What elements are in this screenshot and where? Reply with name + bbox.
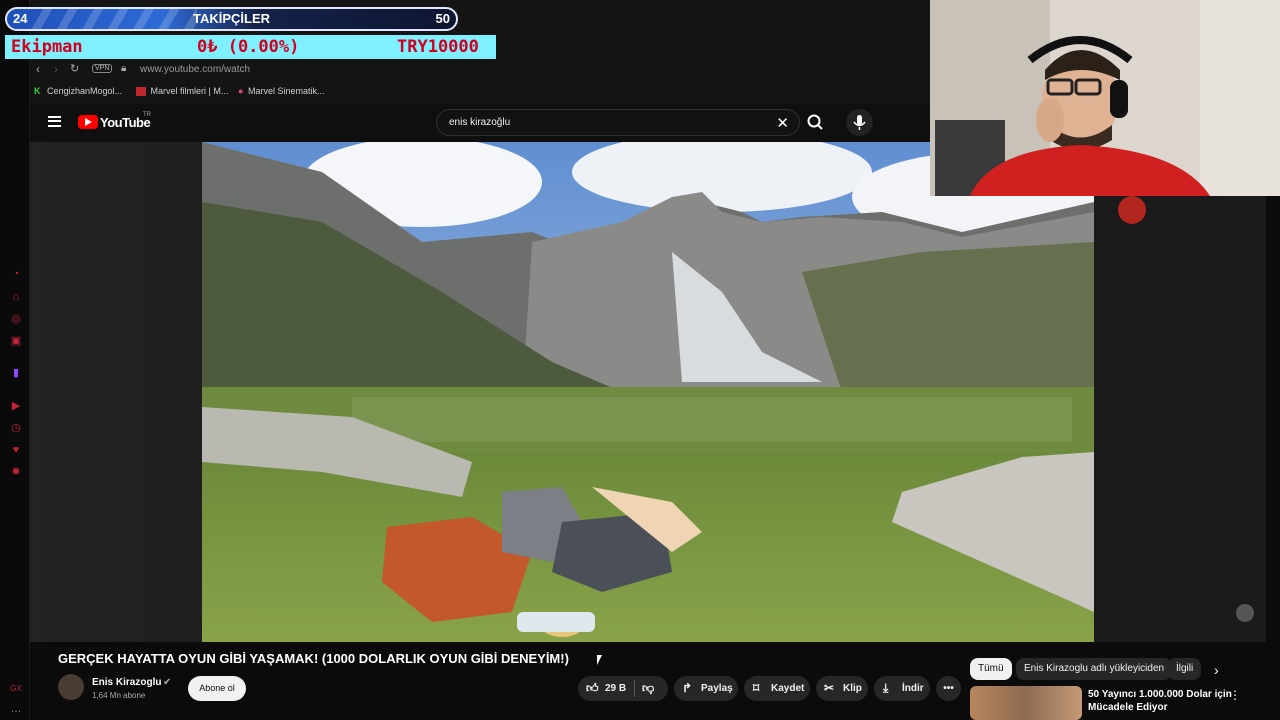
rec-title-line1: 50 Yayıncı 1.000.000 Dolar için — [1088, 689, 1232, 700]
more-horizontal-icon: ••• — [943, 683, 954, 694]
more-actions-button[interactable]: ••• — [936, 676, 961, 701]
browser-sidebar: ◔ ⌂ ◎ ▣ ▮ ▶ ◷ ♥ ✹ GX … — [0, 0, 30, 720]
download-label: İndir — [902, 683, 924, 694]
marvel-icon — [136, 87, 146, 97]
bookmark-item[interactable]: ● Marvel Sinematik... — [238, 86, 324, 96]
address-bar[interactable]: ‹ › ↻ VPN 🔒︎ www.youtube.com/watch — [30, 60, 930, 80]
menu-icon[interactable] — [48, 116, 61, 127]
reload-icon[interactable]: ↻ — [70, 62, 79, 75]
download-button[interactable]: ⤓ İndir — [874, 676, 930, 701]
bookmarks-bar: K CengizhanMogol... Marvel filmleri | M.… — [30, 82, 930, 102]
video-frame-mountain-lake — [202, 142, 1094, 642]
share-icon: ↱ — [682, 681, 693, 695]
url-text[interactable]: www.youtube.com/watch — [140, 64, 250, 75]
rec-title[interactable]: 50 Yayıncı 1.000.000 Dolar için Mücadele… — [1088, 688, 1232, 714]
instagram-icon[interactable]: ◎ — [9, 312, 23, 326]
share-button[interactable]: ↱ Paylaş — [674, 676, 738, 701]
channel-watermark-icon[interactable] — [1118, 196, 1146, 224]
share-label: Paylaş — [701, 683, 733, 694]
video-title: GERÇEK HAYATTA OYUN GİBİ YAŞAMAK! (1000 … — [58, 651, 569, 666]
equip-target: TRY10000 — [397, 37, 479, 57]
clip-button[interactable]: ✂︎ Klip — [816, 676, 868, 701]
bookmark-item[interactable]: Marvel filmleri | M... — [136, 86, 229, 97]
equip-value: 0₺ (0.00%) — [197, 37, 300, 57]
followers-label: TAKİPÇİLER — [193, 11, 271, 26]
like-dislike-group: 👍︎ 29 B 👎︎ — [578, 676, 668, 701]
chip-all[interactable]: Tümü — [970, 658, 1012, 680]
search-icon — [807, 114, 823, 130]
equip-name: Ekipman — [11, 37, 83, 57]
webcam-feed — [930, 0, 1280, 196]
dislike-icon[interactable]: 👎︎ — [642, 676, 654, 701]
mouse-cursor — [597, 655, 602, 665]
more-icon[interactable]: … — [9, 702, 23, 716]
chevron-right-icon[interactable]: › — [1214, 662, 1219, 678]
bookmark-label: CengizhanMogol... — [47, 86, 123, 96]
microphone-icon — [853, 115, 866, 130]
extensions-icon[interactable]: ⌂ — [9, 290, 23, 304]
video-player[interactable] — [202, 142, 1094, 642]
verified-icon: ✔︎ — [163, 677, 172, 688]
followers-goal: 50 — [435, 11, 450, 26]
player-icon[interactable]: ▶ — [9, 399, 23, 413]
like-divider — [634, 680, 635, 697]
clear-search-icon[interactable]: ✕ — [776, 114, 789, 132]
youtube-logo-icon[interactable] — [78, 115, 98, 129]
pin-icon: ● — [238, 86, 244, 96]
lock-icon: 🔒︎ — [121, 63, 127, 74]
subscribe-button[interactable]: Abone ol — [188, 676, 246, 701]
clip-label: Klip — [843, 683, 862, 694]
gx-icon[interactable]: GX — [9, 682, 23, 696]
speed-dial-icon[interactable]: ◔ — [9, 267, 23, 281]
region-code: TR — [143, 112, 151, 118]
channel-avatar[interactable] — [58, 674, 84, 700]
search-box[interactable]: enis kirazoğlu ✕ — [436, 109, 800, 136]
bookmark-icon: ⌑ — [753, 681, 760, 695]
like-count[interactable]: 29 B — [605, 676, 626, 701]
channel-name[interactable]: Enis Kirazoglu — [92, 677, 161, 688]
back-icon[interactable]: ‹ — [36, 62, 40, 76]
history-icon[interactable]: ◷ — [9, 421, 23, 435]
bookmark-label: Marvel Sinematik... — [247, 86, 325, 96]
rec-more-icon[interactable]: ⋮ — [1229, 688, 1241, 702]
voice-search-button[interactable] — [846, 109, 873, 136]
bookmarks-icon[interactable]: ♥ — [9, 443, 23, 457]
save-label: Kaydet — [771, 683, 805, 694]
save-button[interactable]: ⌑ Kaydet — [744, 676, 810, 701]
search-button[interactable] — [800, 109, 832, 136]
rec-title-line2: Mücadele Ediyor — [1088, 702, 1168, 713]
viewer-avatar-icon[interactable] — [1236, 604, 1254, 622]
scissors-icon: ✂︎ — [824, 681, 835, 695]
streamer-webcam — [930, 0, 1280, 196]
forward-icon[interactable]: › — [54, 62, 58, 76]
rec-thumbnail[interactable] — [970, 686, 1082, 720]
chip-related[interactable]: İlgili — [1168, 658, 1202, 680]
vpn-badge[interactable]: VPN — [92, 64, 113, 73]
search-input[interactable]: enis kirazoğlu — [449, 117, 510, 128]
bookmark-item[interactable]: K CengizhanMogol... — [34, 86, 122, 96]
followers-goal-bar: 24 TAKİPÇİLER 50 — [5, 7, 458, 31]
equipment-goal-bar: Ekipman 0₺ (0.00%) TRY10000 — [5, 35, 496, 59]
download-icon: ⤓ — [883, 681, 889, 695]
kick-icon: K — [34, 86, 41, 96]
goal-progress-stripes — [27, 9, 197, 29]
twitch-icon[interactable]: ▮ — [9, 366, 23, 380]
followers-current: 24 — [13, 11, 28, 26]
settings-icon[interactable]: ✹ — [9, 465, 23, 479]
messenger-icon[interactable]: ▣ — [9, 334, 23, 348]
like-icon[interactable]: 👍︎ — [586, 676, 599, 701]
subscriber-count: 1,64 Mn abone — [92, 691, 146, 700]
bookmark-label: Marvel filmleri | M... — [150, 86, 229, 96]
chip-uploader[interactable]: Enis Kirazoglu adlı yükleyiciden — [1016, 658, 1173, 680]
